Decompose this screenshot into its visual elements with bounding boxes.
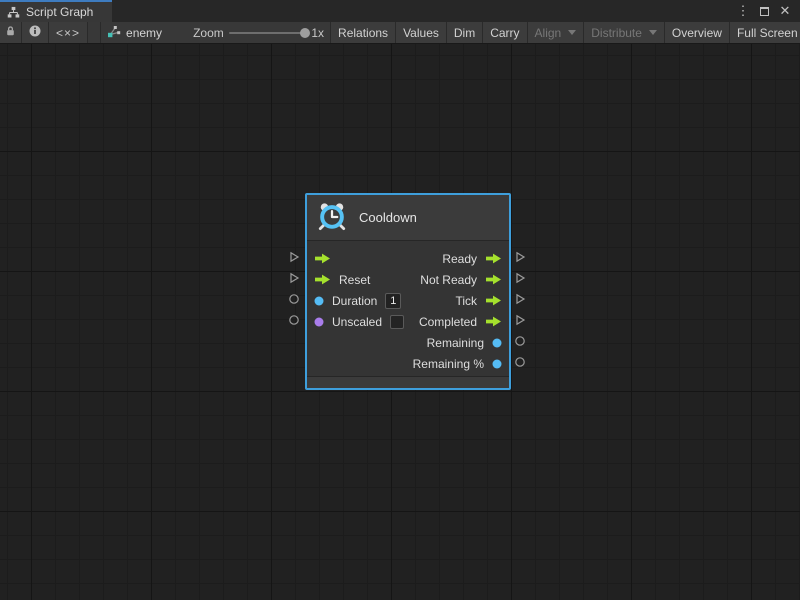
port-label-remaining-pct: Remaining %	[413, 357, 484, 371]
port-label-reset: Reset	[339, 273, 370, 287]
external-flow-port-icon[interactable]	[288, 251, 300, 263]
value-in-port-icon[interactable]	[314, 317, 324, 327]
align-button: Align	[528, 22, 585, 43]
value-in-port-icon[interactable]	[314, 296, 324, 306]
external-value-port-icon[interactable]	[514, 356, 526, 368]
tab-script-graph[interactable]: Script Graph	[0, 0, 112, 22]
window-close-icon[interactable]: ✕	[778, 3, 792, 19]
script-graph-icon	[7, 6, 20, 19]
value-out-port-icon[interactable]	[492, 359, 502, 369]
node-row: Unscaled Completed	[307, 311, 509, 332]
align-label: Align	[535, 26, 562, 40]
external-flow-port-icon[interactable]	[514, 314, 526, 326]
flow-in-port-icon[interactable]	[314, 274, 331, 285]
unscaled-checkbox[interactable]	[390, 315, 404, 329]
zoom-slider[interactable]	[229, 32, 307, 34]
relations-button[interactable]: Relations	[331, 22, 396, 43]
node-row: Reset Not Ready	[307, 269, 509, 290]
zoom-label: Zoom	[193, 26, 224, 40]
title-bar: Script Graph ⋮ ✕	[0, 0, 800, 22]
chevron-down-icon	[568, 30, 576, 35]
graph-toolbar: <×> enemy Zoom 1x Relations Values Dim C…	[0, 22, 800, 44]
node-title: Cooldown	[359, 210, 417, 225]
fullscreen-button[interactable]: Full Screen	[730, 22, 800, 43]
window-menu-icon[interactable]: ⋮	[736, 3, 750, 19]
external-flow-port-icon[interactable]	[288, 272, 300, 284]
fullscreen-label: Full Screen	[737, 26, 798, 40]
info-icon	[29, 25, 41, 40]
window-maximize-icon[interactable]	[757, 3, 771, 19]
overview-button[interactable]: Overview	[665, 22, 730, 43]
info-button[interactable]	[22, 22, 49, 43]
flow-out-port-icon[interactable]	[485, 295, 502, 306]
port-label-duration: Duration	[332, 294, 377, 308]
external-flow-port-icon[interactable]	[514, 272, 526, 284]
node-header[interactable]: Cooldown	[307, 195, 509, 241]
chevron-down-icon	[649, 30, 657, 35]
duration-value-field[interactable]: 1	[385, 293, 401, 309]
script-graph-window: Script Graph ⋮ ✕	[0, 0, 800, 600]
zoom-value: 1x	[311, 26, 324, 40]
titlebar-spacer	[112, 0, 736, 22]
graph-canvas[interactable]: Cooldown Ready Reset	[0, 44, 800, 600]
overview-label: Overview	[672, 26, 722, 40]
distribute-button: Distribute	[584, 22, 665, 43]
lock-button[interactable]	[0, 22, 22, 43]
node-body: Ready Reset Not Ready	[307, 241, 509, 376]
distribute-label: Distribute	[591, 26, 642, 40]
node-row: Duration 1 Tick	[307, 290, 509, 311]
lock-icon	[5, 25, 16, 40]
port-label-tick: Tick	[455, 294, 477, 308]
flow-out-port-icon[interactable]	[485, 274, 502, 285]
maximize-glyph	[760, 7, 769, 16]
flow-out-port-icon[interactable]	[485, 253, 502, 264]
port-label-completed: Completed	[419, 315, 477, 329]
dim-label: Dim	[454, 26, 475, 40]
tab-title: Script Graph	[26, 5, 93, 19]
values-button[interactable]: Values	[396, 22, 447, 43]
graph-context-segment: enemy Zoom 1x	[101, 22, 331, 43]
value-out-port-icon[interactable]	[492, 338, 502, 348]
code-view-toggle-button[interactable]: <×>	[49, 22, 88, 43]
cooldown-node[interactable]: Cooldown Ready Reset	[305, 193, 511, 390]
port-label-ready: Ready	[442, 252, 477, 266]
node-row: Remaining	[307, 332, 509, 353]
relations-label: Relations	[338, 26, 388, 40]
toolbar-gap	[88, 22, 101, 43]
node-row: Ready	[307, 248, 509, 269]
dim-button[interactable]: Dim	[447, 22, 483, 43]
node-row: Remaining %	[307, 353, 509, 374]
graph-breadcrumb[interactable]: enemy	[126, 26, 162, 40]
port-label-not-ready: Not Ready	[420, 273, 477, 287]
carry-button[interactable]: Carry	[483, 22, 527, 43]
port-label-remaining: Remaining	[427, 336, 484, 350]
port-label-unscaled: Unscaled	[332, 315, 382, 329]
alarm-clock-icon	[317, 201, 347, 234]
flow-in-port-icon[interactable]	[314, 253, 331, 264]
external-value-port-icon[interactable]	[514, 335, 526, 347]
external-value-port-icon[interactable]	[288, 293, 300, 305]
node-footer	[307, 376, 509, 388]
window-controls: ⋮ ✕	[736, 0, 800, 22]
external-flow-port-icon[interactable]	[514, 293, 526, 305]
values-label: Values	[403, 26, 439, 40]
flow-out-port-icon[interactable]	[485, 316, 502, 327]
external-value-port-icon[interactable]	[288, 314, 300, 326]
zoom-slider-handle[interactable]	[300, 28, 310, 38]
carry-label: Carry	[490, 26, 519, 40]
graph-network-icon[interactable]	[107, 25, 121, 41]
external-flow-port-icon[interactable]	[514, 251, 526, 263]
code-view-icon: <×>	[56, 26, 80, 40]
